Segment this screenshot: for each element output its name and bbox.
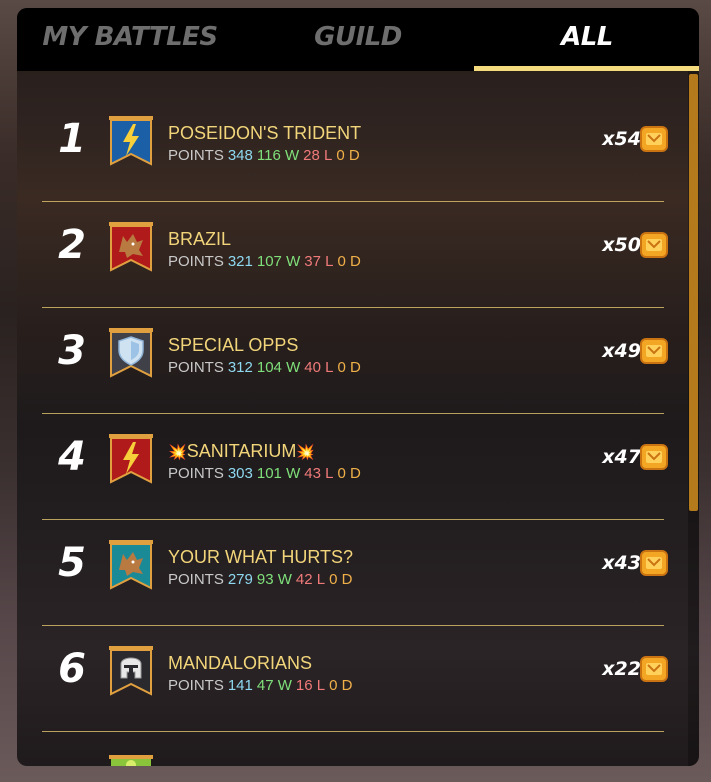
guild-stats: POINTS 279 93 W 42 L0 D <box>168 571 356 588</box>
helmet-icon <box>109 646 153 696</box>
reward-chest-icon <box>640 232 668 258</box>
reward-count: x54 <box>602 128 641 150</box>
scrollbar-thumb[interactable] <box>689 74 698 511</box>
reward-chest-icon <box>640 444 668 470</box>
points-value: 141 <box>227 677 253 694</box>
list-item[interactable]: 4 💥SANITARIUM💥 POINTS 303 101 W 43 L0 D x47 <box>17 404 687 510</box>
losses-value: 37 L <box>304 253 334 270</box>
draws-value: 0 D <box>329 677 353 694</box>
wolf-icon <box>109 222 153 272</box>
reward-chest-icon <box>640 126 668 152</box>
rank-number: 5 <box>58 540 86 586</box>
points-label: POINTS <box>168 465 224 482</box>
losses-value: 40 L <box>304 359 334 376</box>
guild-name[interactable]: MANDALORIANS <box>168 653 312 674</box>
collision-emoji-icon: 💥 <box>296 444 316 461</box>
points-label: POINTS <box>168 571 224 588</box>
points-value: 321 <box>227 253 253 270</box>
wins-value: 101 W <box>256 465 301 482</box>
guild-stats: POINTS 303 101 W 43 L0 D <box>168 465 365 482</box>
points-label: POINTS <box>168 147 224 164</box>
reward-count: x22 <box>602 658 641 680</box>
tab-my-battles[interactable]: MY BATTLES <box>17 8 243 71</box>
guild-stats: POINTS 141 47 W 16 L0 D <box>168 677 356 694</box>
points-value: 312 <box>227 359 253 376</box>
losses-value: 28 L <box>303 147 333 164</box>
points-label: POINTS <box>168 677 224 694</box>
list-item[interactable]: 3 SPECIAL OPPS POINTS 312 104 W 40 L0 D x49 <box>17 298 687 404</box>
losses-value: 42 L <box>295 571 326 588</box>
rank-number: 2 <box>58 222 86 268</box>
draws-value: 0 D <box>329 571 353 588</box>
guild-name[interactable]: YOUR WHAT HURTS? <box>168 547 353 568</box>
list-item[interactable]: 6 MANDALORIANS POINTS 141 47 W 16 L0 D x22 <box>17 616 687 722</box>
tab-guild[interactable]: GUILD <box>245 8 471 71</box>
points-value: 279 <box>227 571 253 588</box>
draws-value: 0 D <box>337 465 361 482</box>
points-label: POINTS <box>168 359 224 376</box>
reward-chest-icon <box>640 550 668 576</box>
reward-count: x47 <box>602 446 641 468</box>
shield-icon <box>109 328 153 378</box>
tab-bar: MY BATTLES GUILD ALL <box>17 8 699 71</box>
wins-value: 116 W <box>256 147 300 164</box>
points-value: 303 <box>227 465 253 482</box>
collision-emoji-icon: 💥 <box>168 444 187 461</box>
reward-count: x49 <box>602 340 641 362</box>
points-value: 348 <box>227 147 253 164</box>
wins-value: 107 W <box>256 253 301 270</box>
losses-value: 16 L <box>295 677 326 694</box>
reward-count: x43 <box>602 552 641 574</box>
list-item[interactable]: 1 POSEIDON'S TRIDENT POINTS 348 116 W 28 L0… <box>17 86 687 192</box>
draws-value: 0 D <box>337 253 361 270</box>
wins-value: 47 W <box>256 677 292 694</box>
draws-value: 0 D <box>336 147 360 164</box>
guild-stats: POINTS 321 107 W 37 L0 D <box>168 253 365 270</box>
guild-banner-icon <box>109 755 153 766</box>
rank-number: 4 <box>58 434 86 480</box>
scrollbar[interactable] <box>688 71 699 766</box>
wins-value: 104 W <box>256 359 301 376</box>
losses-value: 43 L <box>304 465 334 482</box>
leaderboard-panel: MY BATTLES GUILD ALL 1 POSEIDON'S TRIDEN… <box>17 8 699 766</box>
draws-value: 0 D <box>337 359 361 376</box>
guild-stats: POINTS 312 104 W 40 L0 D <box>168 359 365 376</box>
guild-ranking-list[interactable]: 1 POSEIDON'S TRIDENT POINTS 348 116 W 28 L0… <box>17 71 699 766</box>
list-item[interactable]: 5 YOUR WHAT HURTS? POINTS 279 93 W 42 L0 D … <box>17 510 687 616</box>
guild-stats: POINTS 348 116 W 28 L0 D <box>168 147 364 164</box>
rank-number: 1 <box>58 116 86 162</box>
row-divider <box>42 731 664 732</box>
guild-name[interactable]: 💥SANITARIUM💥 <box>168 441 315 462</box>
list-item[interactable]: 2 BRAZIL POINTS 321 107 W 37 L0 D x50 <box>17 192 687 298</box>
points-label: POINTS <box>168 253 224 270</box>
guild-name[interactable]: POSEIDON'S TRIDENT <box>168 123 361 144</box>
tab-all[interactable]: ALL <box>474 8 699 71</box>
guild-name[interactable]: BRAZIL <box>168 229 231 250</box>
reward-count: x50 <box>602 234 641 256</box>
reward-chest-icon <box>640 656 668 682</box>
lightning-icon <box>109 116 153 166</box>
wins-value: 93 W <box>256 571 292 588</box>
rank-number: 6 <box>58 646 86 692</box>
reward-chest-icon <box>640 338 668 364</box>
guild-name-text: SANITARIUM <box>186 441 297 461</box>
guild-name[interactable]: SPECIAL OPPS <box>168 335 298 356</box>
wolf-icon <box>109 540 153 590</box>
lightning-icon <box>109 434 153 484</box>
rank-number: 3 <box>58 328 86 374</box>
